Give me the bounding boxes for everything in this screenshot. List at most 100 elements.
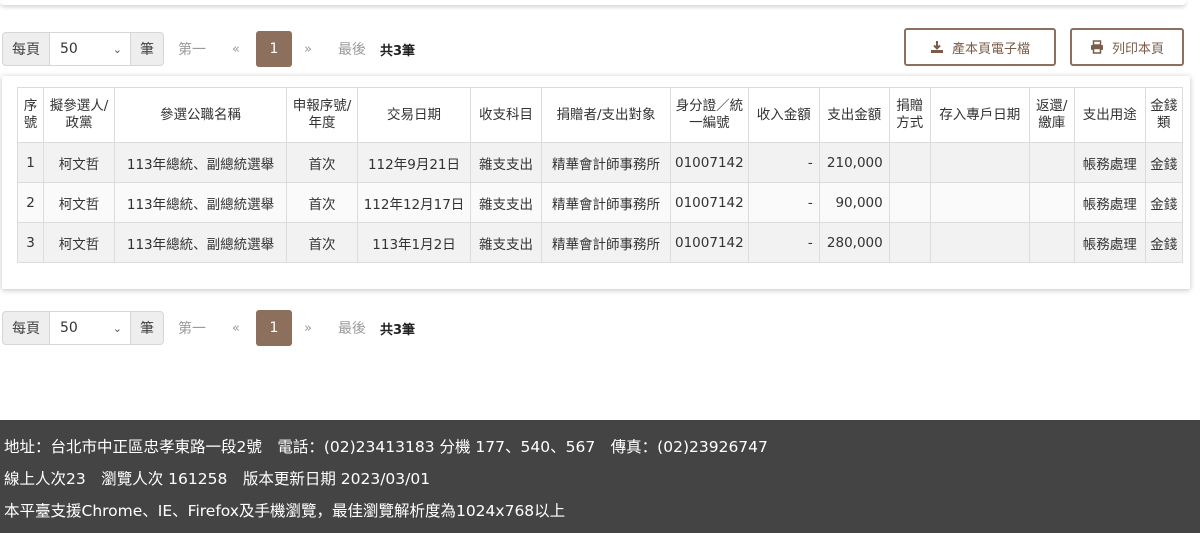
cell-donation-method [888, 222, 931, 263]
cell-category: 雜支支出 [470, 142, 542, 183]
cell-date: 112年12月17日 [357, 182, 471, 223]
col-office: 參選公職名稱 [114, 87, 287, 143]
cell-money-type: 金錢 [1144, 182, 1183, 223]
print-icon [1090, 40, 1103, 54]
cell-candidate: 柯文哲 [43, 142, 115, 183]
total-count: 共3筆 [379, 43, 415, 59]
cell-report-no: 首次 [286, 142, 358, 183]
site-footer: 地址：台北市中正區忠孝東路一段2號 電話：(02)23413183 分機 177… [0, 420, 1200, 533]
per-page-unit: 筆 [130, 311, 164, 345]
col-donation-method: 捐贈方式 [888, 87, 931, 143]
cell-deposit-date [929, 222, 1030, 263]
current-page-button[interactable]: 1 [255, 31, 292, 67]
cell-expense: 280,000 [818, 222, 890, 263]
cell-money-type: 金錢 [1144, 142, 1183, 183]
col-payee: 捐贈者/支出對象 [541, 87, 671, 143]
table-header-row: 序號 擬參選人/政黨 參選公職名稱 申報序號/年度 交易日期 收支科目 捐贈者/… [17, 87, 1183, 143]
col-refund: 返還/繳庫 [1028, 87, 1075, 143]
cell-serial: 3 [17, 222, 44, 263]
cell-serial: 2 [17, 182, 44, 223]
cell-purpose: 帳務處理 [1073, 222, 1146, 263]
col-id-number: 身分證／統一編號 [670, 87, 749, 143]
footer-browser-line: 本平臺支援Chrome、IE、Firefox及手機瀏覽，最佳瀏覽解析度為1024… [4, 502, 566, 520]
col-serial: 序號 [17, 87, 44, 143]
col-deposit-date: 存入專戶日期 [929, 87, 1030, 143]
chevron-down-icon: ⌄ [112, 321, 122, 335]
cell-office: 113年總統、副總統選舉 [114, 222, 287, 263]
col-expense: 支出金額 [818, 87, 890, 143]
per-page-label: 每頁 [2, 311, 50, 345]
prev-page-link[interactable]: « [232, 42, 240, 57]
cell-date: 113年1月2日 [357, 222, 471, 263]
cell-id-number: 01007142 [670, 222, 749, 263]
cell-payee: 精華會計師事務所 [541, 182, 671, 223]
first-page-link[interactable]: 第一 [178, 39, 206, 59]
per-page-label: 每頁 [2, 32, 50, 66]
cell-income: - [747, 222, 820, 263]
col-money-type: 金錢類 [1144, 87, 1183, 143]
cell-payee: 精華會計師事務所 [541, 222, 671, 263]
footer-contact-line: 地址：台北市中正區忠孝東路一段2號 電話：(02)23413183 分機 177… [4, 438, 768, 456]
pager-top: 每頁 50 ⌄ 筆 第一 « 1 » 最後 共3筆 [2, 31, 415, 67]
chevron-down-icon: ⌄ [112, 42, 122, 56]
next-page-link[interactable]: » [304, 42, 312, 57]
results-card: 序號 擬參選人/政黨 參選公職名稱 申報序號/年度 交易日期 收支科目 捐贈者/… [2, 76, 1190, 289]
cell-category: 雜支支出 [470, 222, 542, 263]
cell-office: 113年總統、副總統選舉 [114, 182, 287, 223]
cell-purpose: 帳務處理 [1073, 142, 1146, 183]
table-row: 2 柯文哲 113年總統、副總統選舉 首次 112年12月17日 雜支支出 精華… [17, 182, 1183, 223]
cell-deposit-date [929, 182, 1030, 223]
cell-deposit-date [929, 142, 1030, 183]
print-page-label: 列印本頁 [1111, 41, 1164, 57]
cell-expense: 90,000 [818, 182, 890, 223]
export-page-label: 產本頁電子檔 [951, 41, 1030, 57]
footer-stats-line: 線上人次23 瀏覽人次 161258 版本更新日期 2023/03/01 [4, 470, 431, 488]
col-candidate: 擬參選人/政黨 [43, 87, 115, 143]
col-purpose: 支出用途 [1073, 87, 1146, 143]
col-date: 交易日期 [357, 87, 471, 143]
export-page-button[interactable]: 產本頁電子檔 [904, 28, 1056, 66]
cell-donation-method [888, 142, 931, 183]
cell-category: 雜支支出 [470, 182, 542, 223]
col-report-no: 申報序號/年度 [286, 87, 358, 143]
cell-date: 112年9月21日 [357, 142, 471, 183]
cell-report-no: 首次 [286, 182, 358, 223]
per-page-select[interactable]: 50 ⌄ [50, 311, 130, 345]
cell-office: 113年總統、副總統選舉 [114, 142, 287, 183]
last-page-link[interactable]: 最後 [338, 318, 366, 338]
total-count: 共3筆 [379, 322, 415, 338]
current-page-button[interactable]: 1 [255, 310, 292, 346]
cell-purpose: 帳務處理 [1073, 182, 1146, 223]
table-row: 1 柯文哲 113年總統、副總統選舉 首次 112年9月21日 雜支支出 精華會… [17, 142, 1183, 183]
last-page-link[interactable]: 最後 [338, 39, 366, 59]
table-row: 3 柯文哲 113年總統、副總統選舉 首次 113年1月2日 雜支支出 精華會計… [17, 222, 1183, 263]
cell-serial: 1 [17, 142, 44, 183]
cell-id-number: 01007142 [670, 182, 749, 223]
cell-report-no: 首次 [286, 222, 358, 263]
cell-id-number: 01007142 [670, 142, 749, 183]
cell-money-type: 金錢 [1144, 222, 1183, 263]
expenditure-table: 序號 擬參選人/政黨 參選公職名稱 申報序號/年度 交易日期 收支科目 捐贈者/… [17, 87, 1183, 263]
cell-candidate: 柯文哲 [43, 222, 115, 263]
cell-refund [1028, 222, 1075, 263]
cell-expense: 210,000 [818, 142, 890, 183]
pager-bottom: 每頁 50 ⌄ 筆 第一 « 1 » 最後 共3筆 [2, 310, 415, 346]
col-income: 收入金額 [747, 87, 820, 143]
col-category: 收支科目 [470, 87, 542, 143]
cell-candidate: 柯文哲 [43, 182, 115, 223]
previous-panel-edge [0, 0, 1186, 5]
first-page-link[interactable]: 第一 [178, 318, 206, 338]
cell-income: - [747, 142, 820, 183]
cell-donation-method [888, 182, 931, 223]
per-page-value: 50 [60, 320, 78, 336]
cell-refund [1028, 182, 1075, 223]
cell-refund [1028, 142, 1075, 183]
per-page-unit: 筆 [130, 32, 164, 66]
per-page-select[interactable]: 50 ⌄ [50, 32, 130, 66]
next-page-link[interactable]: » [304, 321, 312, 336]
download-icon [930, 41, 943, 53]
cell-income: - [747, 182, 820, 223]
per-page-value: 50 [60, 41, 78, 57]
print-page-button[interactable]: 列印本頁 [1070, 28, 1184, 66]
prev-page-link[interactable]: « [232, 321, 240, 336]
